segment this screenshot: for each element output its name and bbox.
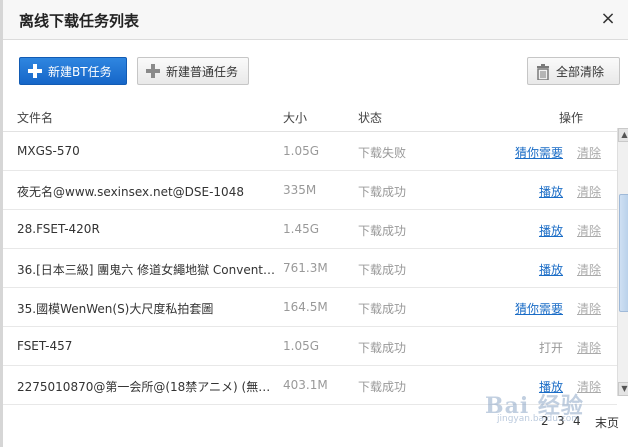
- scroll-down-icon[interactable]: ▼: [618, 382, 628, 396]
- task-status: 下载成功: [358, 341, 407, 355]
- task-status: 下载成功: [358, 380, 407, 394]
- clear-task-link[interactable]: 清除: [577, 261, 601, 278]
- task-size: 164.5M: [283, 300, 328, 314]
- play-link[interactable]: 播放: [539, 222, 563, 239]
- task-name: 夜无名@www.sexinsex.net@DSE-1048: [17, 185, 244, 199]
- open-link[interactable]: 打开: [539, 339, 563, 356]
- task-table: 文件名 大小 状态 操作 MXGS-570 1.05G 下载失败 猜你需要 清除…: [3, 100, 617, 405]
- task-size: 1.05G: [283, 144, 320, 158]
- task-size: 761.3M: [283, 261, 328, 275]
- clear-task-link[interactable]: 清除: [577, 339, 601, 356]
- clear-task-link[interactable]: 清除: [577, 144, 601, 161]
- table-header: 文件名 大小 状态 操作: [3, 100, 617, 132]
- header-filename: 文件名: [17, 111, 54, 125]
- table-row: MXGS-570 1.05G 下载失败 猜你需要 清除: [3, 132, 617, 171]
- task-status: 下载成功: [358, 263, 407, 277]
- task-name: MXGS-570: [17, 144, 80, 158]
- task-status: 下载失败: [358, 146, 407, 160]
- task-size: 335M: [283, 183, 317, 197]
- offline-download-dialog: 离线下载任务列表 × 新建BT任务 新建普通任务 全部清除 文件名 大小 状态 …: [0, 0, 628, 447]
- task-name: 28.FSET-420R: [17, 222, 100, 236]
- guess-you-need-link[interactable]: 猜你需要: [515, 300, 563, 317]
- scroll-up-icon[interactable]: ▲: [618, 128, 628, 142]
- task-size: 403.1M: [283, 378, 328, 392]
- new-bt-task-label: 新建BT任务: [48, 64, 112, 79]
- table-row: 28.FSET-420R 1.45G 下载成功 播放 清除: [3, 210, 617, 249]
- clear-task-link[interactable]: 清除: [577, 300, 601, 317]
- guess-you-need-link[interactable]: 猜你需要: [515, 144, 563, 161]
- dialog-title: 离线下载任务列表: [19, 12, 140, 30]
- task-name: 2275010870@第一会所@(18禁アニメ) (無修...: [17, 380, 277, 394]
- table-row: 35.國模WenWen(S)大尺度私拍套圖 164.5M 下载成功 猜你需要 清…: [3, 288, 617, 327]
- table-row: 36.[日本三級] 團鬼六 修道女繩地獄 Convent ... 761.3M …: [3, 249, 617, 288]
- last-page-link[interactable]: 末页: [595, 414, 619, 431]
- new-normal-task-label: 新建普通任务: [166, 64, 239, 79]
- play-link[interactable]: 播放: [539, 183, 563, 200]
- task-name: 35.國模WenWen(S)大尺度私拍套圖: [17, 302, 214, 316]
- task-size: 1.05G: [283, 339, 320, 353]
- toolbar: 新建BT任务 新建普通任务 全部清除: [3, 40, 628, 100]
- clear-task-link[interactable]: 清除: [577, 183, 601, 200]
- header-status: 状态: [358, 111, 383, 125]
- task-size: 1.45G: [283, 222, 320, 236]
- header-size: 大小: [283, 111, 308, 125]
- play-link[interactable]: 播放: [539, 261, 563, 278]
- task-name: 36.[日本三級] 團鬼六 修道女繩地獄 Convent ...: [17, 263, 277, 277]
- scrollbar-thumb[interactable]: [619, 194, 628, 312]
- dialog-titlebar: 离线下载任务列表 ×: [3, 0, 628, 40]
- plus-icon: [28, 64, 42, 78]
- task-name: FSET-457: [17, 339, 73, 353]
- trash-icon: [536, 64, 550, 81]
- header-operation: 操作: [559, 111, 584, 125]
- vertical-scrollbar[interactable]: ▲ ▼: [617, 128, 628, 396]
- clear-all-label: 全部清除: [556, 64, 605, 79]
- table-row: FSET-457 1.05G 下载成功 打开 清除: [3, 327, 617, 366]
- clear-all-button[interactable]: 全部清除: [527, 57, 620, 85]
- close-icon[interactable]: ×: [598, 9, 618, 29]
- new-bt-task-button[interactable]: 新建BT任务: [19, 57, 127, 85]
- task-status: 下载成功: [358, 224, 407, 238]
- plus-icon: [146, 64, 160, 78]
- watermark-url: jingyan.baidu.com: [497, 414, 581, 424]
- new-normal-task-button[interactable]: 新建普通任务: [137, 57, 249, 85]
- clear-task-link[interactable]: 清除: [577, 222, 601, 239]
- table-row: 夜无名@www.sexinsex.net@DSE-1048 335M 下载成功 …: [3, 171, 617, 210]
- task-status: 下载成功: [358, 302, 407, 316]
- task-status: 下载成功: [358, 185, 407, 199]
